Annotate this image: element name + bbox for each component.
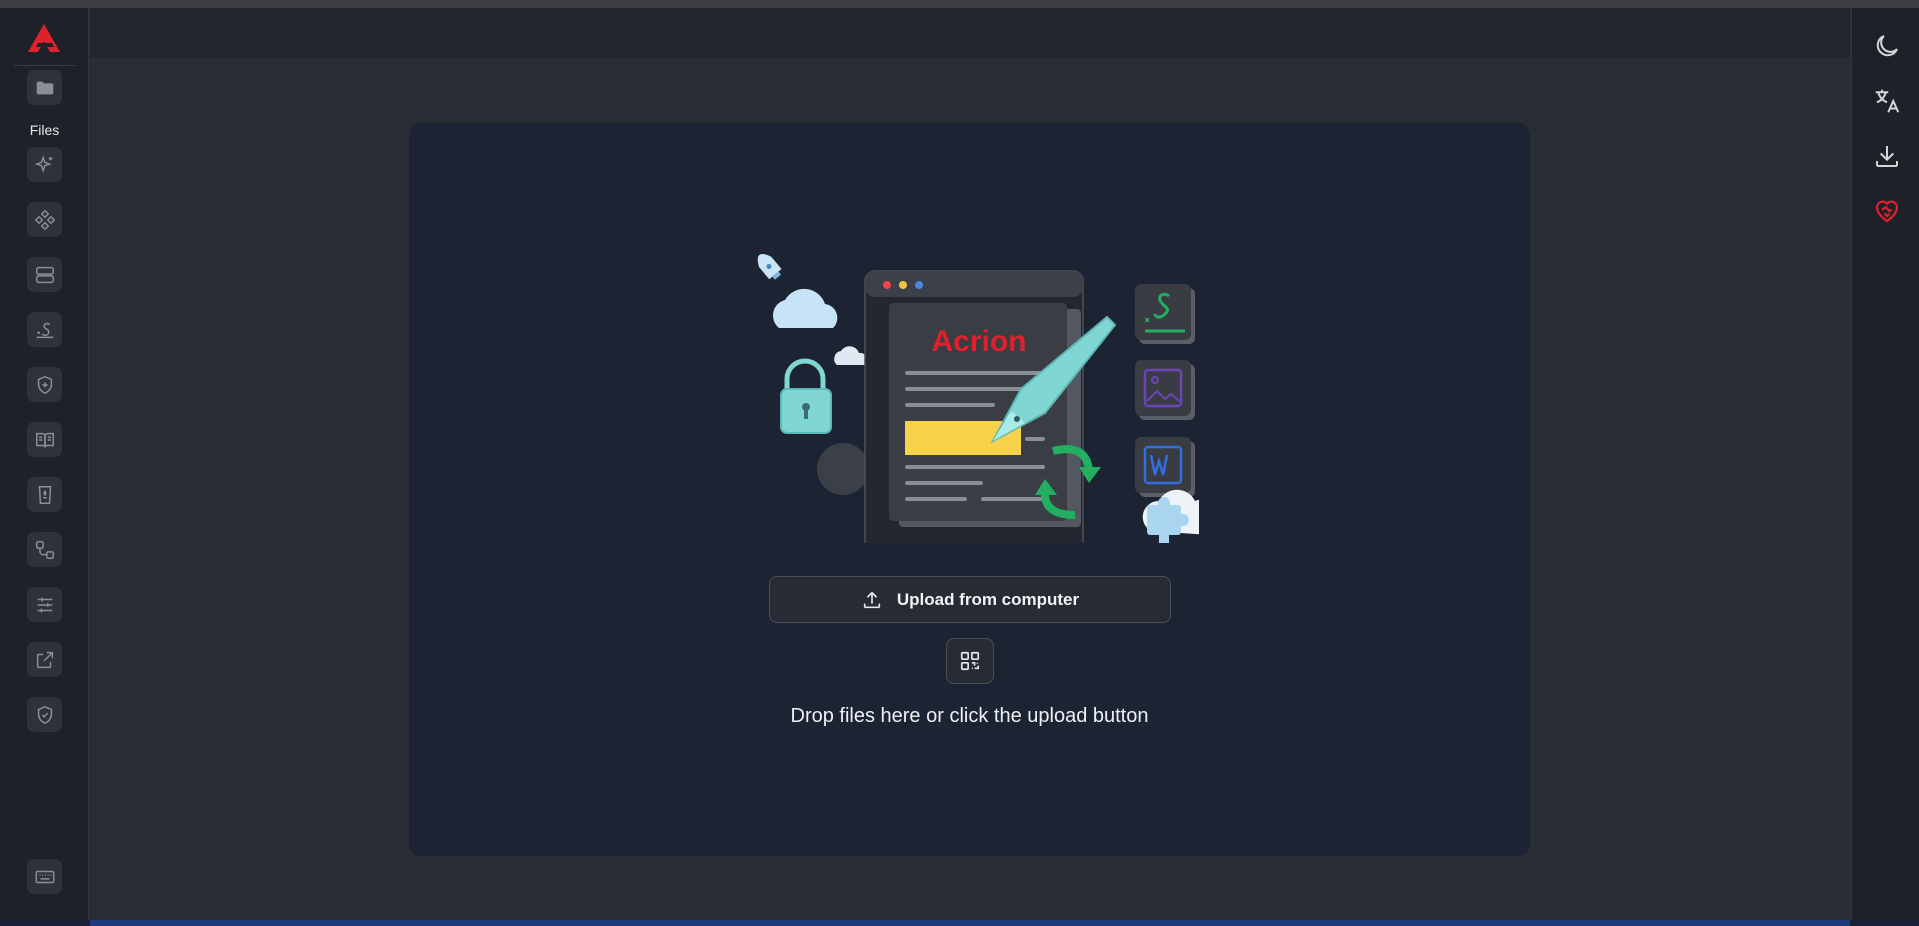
sidebar-item-tools[interactable] (27, 202, 62, 237)
sidebar-files-label: Files (29, 122, 60, 138)
theme-toggle-button[interactable] (1869, 28, 1905, 64)
folder-icon (36, 81, 53, 94)
drop-instructions: Drop files here or click the upload butt… (790, 705, 1149, 727)
rocket-icon (757, 254, 782, 280)
signature-tile (1135, 284, 1195, 344)
wastebin-icon (38, 485, 51, 504)
keyboard-icon (35, 870, 54, 883)
top-header-bar (90, 8, 1850, 58)
app-logo-icon[interactable] (23, 18, 65, 60)
image-tile (1135, 360, 1195, 420)
download-icon (1876, 146, 1898, 167)
shield-plus-icon (37, 375, 52, 394)
qr-upload-button[interactable] (946, 638, 994, 684)
stack-icon (35, 266, 54, 283)
left-sidebar: Files (0, 8, 89, 920)
external-link-icon (36, 651, 53, 668)
support-button[interactable] (1869, 193, 1905, 229)
sidebar-item-external[interactable] (27, 642, 62, 677)
sidebar-item-shortcuts[interactable] (27, 859, 62, 894)
qr-code-icon (960, 651, 980, 671)
upload-button-label: Upload from computer (896, 589, 1080, 609)
upload-illustration: Acrion (757, 254, 1199, 543)
file-dropzone[interactable]: Acrion Upload from computer Drop files h… (409, 123, 1530, 856)
workflow-icon (35, 540, 54, 559)
sidebar-item-cleanup[interactable] (27, 477, 62, 512)
sidebar-item-ai-tools[interactable] (27, 147, 62, 182)
language-button[interactable] (1869, 83, 1905, 119)
sidebar-item-organize[interactable] (27, 257, 62, 292)
upload-icon (863, 590, 881, 608)
signature-icon (36, 322, 53, 338)
sliders-icon (37, 597, 52, 612)
padlock-icon (780, 358, 832, 434)
sidebar-item-sign[interactable] (27, 312, 62, 347)
sidebar-item-files[interactable] (27, 70, 62, 105)
sidebar-item-security[interactable] (27, 367, 62, 402)
download-button[interactable] (1869, 138, 1905, 174)
logo-divider (14, 65, 75, 66)
sidebar-item-settings[interactable] (27, 587, 62, 622)
sidebar-item-privacy[interactable] (27, 697, 62, 732)
svg-text:Acrion: Acrion (931, 325, 1026, 358)
tools-grid-icon (34, 209, 55, 230)
sidebar-item-automate[interactable] (27, 532, 62, 567)
heart-handshake-icon (1875, 200, 1899, 223)
window-top-strip (0, 0, 1919, 8)
taskbar-edge (0, 920, 1919, 926)
translate-icon (1875, 89, 1900, 113)
sidebar-item-view[interactable] (27, 422, 62, 457)
sparkles-icon (34, 154, 52, 173)
shield-check-icon (37, 705, 52, 724)
moon-icon (1876, 35, 1898, 57)
book-open-icon (35, 432, 54, 447)
right-sidebar (1851, 8, 1919, 920)
upload-from-computer-button[interactable]: Upload from computer (769, 576, 1171, 623)
word-tile (1135, 437, 1195, 497)
